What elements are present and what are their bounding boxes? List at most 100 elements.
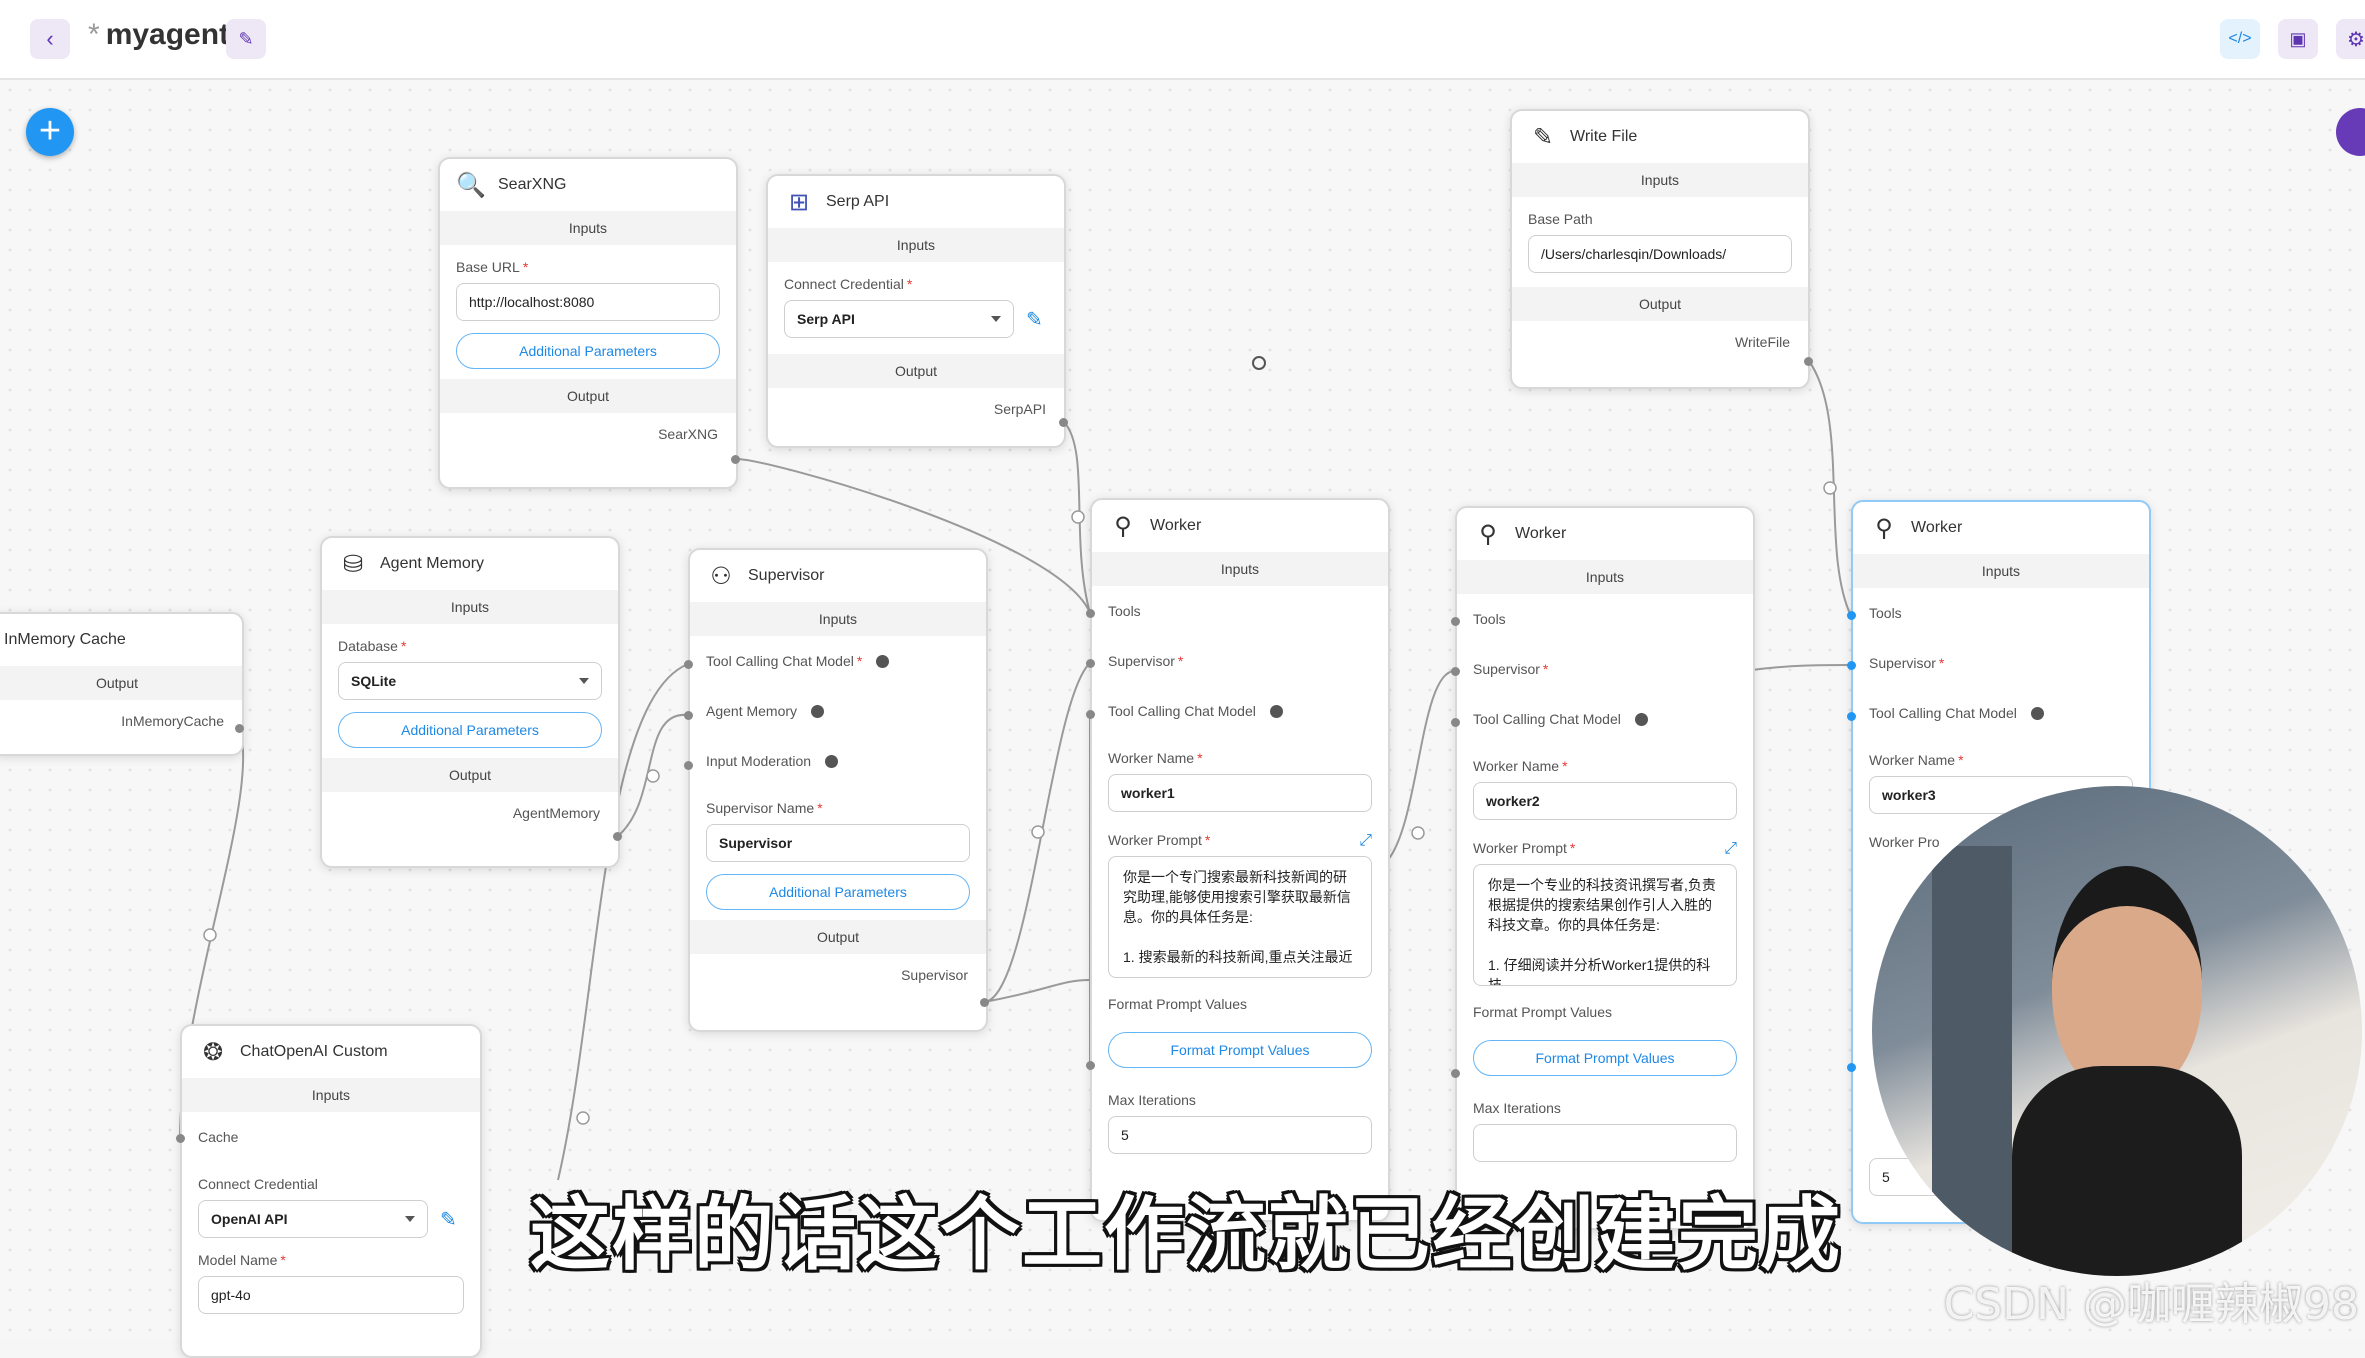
node-title: Supervisor [748, 567, 825, 584]
building-image [1932, 846, 2012, 1276]
input-handle[interactable] [1451, 667, 1460, 676]
expand-icon[interactable]: ⤢ [1724, 840, 1737, 858]
additional-parameters-button[interactable]: Additional Parameters [338, 712, 602, 748]
info-icon [811, 704, 825, 718]
output-handle[interactable] [1804, 357, 1813, 366]
chatopenai-custom-node[interactable]: ❂ ChatOpenAI Custom Inputs Cache Connect … [180, 1024, 482, 1358]
format-prompt-label: Format Prompt Values [1108, 996, 1248, 1012]
base-path-input[interactable]: /Users/charlesqin/Downloads/ [1528, 235, 1792, 273]
input-handle[interactable] [1086, 659, 1095, 668]
input-handle[interactable] [1086, 609, 1095, 618]
chevron-down-icon [405, 1216, 415, 1222]
supervisor-name-input[interactable]: Supervisor [706, 824, 970, 862]
code-button[interactable]: </> [2220, 19, 2260, 59]
output-handle[interactable] [731, 455, 740, 464]
output-handle[interactable] [980, 998, 989, 1007]
worker-prompt-label: Worker Prompt * ⤢ [1108, 832, 1372, 850]
agent-memory-node[interactable]: ⛁ Agent Memory Inputs Database * SQLite Ad… [320, 536, 620, 868]
info-icon [876, 654, 890, 668]
edit-credential-icon[interactable]: ✎ [440, 1207, 457, 1232]
input-handle[interactable] [1451, 617, 1460, 626]
team-icon: ⚇ [710, 562, 732, 590]
info-icon [1269, 704, 1283, 718]
additional-parameters-button[interactable]: Additional Parameters [456, 333, 720, 369]
output-writefile: WriteFile [1735, 334, 1790, 350]
base-url-input[interactable]: http://localhost:8080 [456, 283, 720, 321]
input-handle[interactable] [1451, 1069, 1460, 1078]
supervisor-node[interactable]: ⚇ Supervisor Inputs Tool Calling Chat Mod… [688, 548, 988, 1032]
edit-credential-icon[interactable]: ✎ [1026, 307, 1043, 332]
expand-icon[interactable]: ⤢ [1359, 832, 1372, 850]
edit-name-button[interactable]: ✎ [226, 19, 266, 59]
node-title: Write File [1570, 128, 1638, 145]
input-handle[interactable] [684, 761, 693, 770]
supervisor-name-label: Supervisor Name * [706, 800, 823, 816]
database-select[interactable]: SQLite [338, 662, 602, 700]
format-prompt-values-button[interactable]: Format Prompt Values [1108, 1032, 1372, 1068]
inputs-header: Inputs [1512, 163, 1808, 197]
credential-select[interactable]: Serp API [784, 300, 1014, 338]
worker-name-input[interactable]: worker2 [1473, 782, 1737, 820]
settings-button[interactable]: ⚙ [2336, 19, 2365, 59]
video-subtitle: 这样的话这个工作流就已经创建完成 [530, 1188, 1842, 1281]
database-label: Database * [338, 638, 407, 654]
input-handle[interactable] [1847, 712, 1856, 721]
inputs-header: Inputs [768, 228, 1064, 262]
supervisor-input: Supervisor * [1869, 655, 1945, 671]
input-handle[interactable] [1451, 718, 1460, 727]
input-handle[interactable] [1086, 710, 1095, 719]
output-serpapi: SerpAPI [993, 401, 1046, 417]
cache-input: Cache [198, 1129, 239, 1145]
page-title: * myagent [88, 18, 229, 52]
credential-select[interactable]: OpenAI API [198, 1200, 428, 1238]
output-handle[interactable] [613, 832, 622, 841]
node-title: Worker [1515, 525, 1567, 542]
input-handle[interactable] [1847, 1063, 1856, 1072]
worker-name-input[interactable]: worker1 [1108, 774, 1372, 812]
node-title: ChatOpenAI Custom [240, 1043, 388, 1060]
back-button[interactable]: ‹ [30, 19, 70, 59]
node-title: Agent Memory [380, 555, 485, 572]
worker-prompt-input[interactable]: 你是一个专业的科技资讯撰写者,负责根据提供的搜索结果创作引人入胜的科技文章。你的… [1473, 864, 1737, 986]
max-iterations-input[interactable]: 5 [1108, 1116, 1372, 1154]
worker2-node[interactable]: ⚲ Worker Inputs Tools Supervisor * Tool Ca… [1455, 506, 1755, 1230]
input-handle[interactable] [1847, 661, 1856, 670]
tool-calling-input: Tool Calling Chat Model [1457, 694, 1753, 744]
input-handle[interactable] [1086, 1061, 1095, 1070]
tools-input: Tools [1108, 603, 1141, 619]
pencil-icon: ✎ [238, 28, 254, 49]
format-prompt-values-button[interactable]: Format Prompt Values [1473, 1040, 1737, 1076]
input-handle[interactable] [684, 711, 693, 720]
credential-label: Connect Credential * [784, 276, 913, 292]
inmemory-cache-node[interactable]: InMemory Cache Output InMemoryCache [0, 612, 244, 756]
credential-label: Connect Credential [198, 1176, 318, 1192]
flow-name: myagent [105, 18, 230, 51]
input-handle[interactable] [684, 660, 693, 669]
edge-worker2-worker3 [1751, 664, 1852, 671]
max-iterations-input[interactable] [1473, 1124, 1737, 1162]
writefile-node[interactable]: ✎ Write File Inputs Base Path /Users/char… [1510, 109, 1810, 389]
model-name-input[interactable]: gpt-4o [198, 1276, 464, 1314]
serpapi-node[interactable]: ⊞ Serp API Inputs Connect Credential * Ser… [766, 174, 1066, 448]
additional-parameters-button[interactable]: Additional Parameters [706, 874, 970, 910]
output-supervisor: Supervisor [901, 967, 968, 983]
inputs-header: Inputs [690, 602, 986, 636]
person-icon: ⚲ [1875, 514, 1893, 542]
output-inmemorycache: InMemoryCache [121, 713, 224, 729]
output-header: Output [0, 666, 242, 700]
output-header: Output [768, 354, 1064, 388]
output-handle[interactable] [1059, 418, 1068, 427]
searxng-node[interactable]: 🔍 SearXNG Inputs Base URL * http://localho… [438, 157, 738, 489]
format-prompt-label: Format Prompt Values [1473, 1004, 1613, 1020]
gear-icon: ⚙ [2347, 28, 2365, 51]
input-handle[interactable] [176, 1134, 185, 1143]
node-title: Serp API [826, 193, 890, 210]
worker1-node[interactable]: ⚲ Worker Inputs Tools Supervisor * Tool Ca… [1090, 498, 1390, 1222]
input-handle[interactable] [1847, 611, 1856, 620]
output-handle[interactable] [235, 724, 244, 733]
search-icon: 🔍 [456, 171, 486, 199]
worker-prompt-input[interactable]: 你是一个专门搜索最新科技新闻的研究助理,能够使用搜索引擎获取最新信息。你的具体任… [1108, 856, 1372, 978]
add-node-button[interactable]: + [26, 108, 74, 156]
inputs-header: Inputs [440, 211, 736, 245]
save-button[interactable]: ▣ [2278, 19, 2318, 59]
